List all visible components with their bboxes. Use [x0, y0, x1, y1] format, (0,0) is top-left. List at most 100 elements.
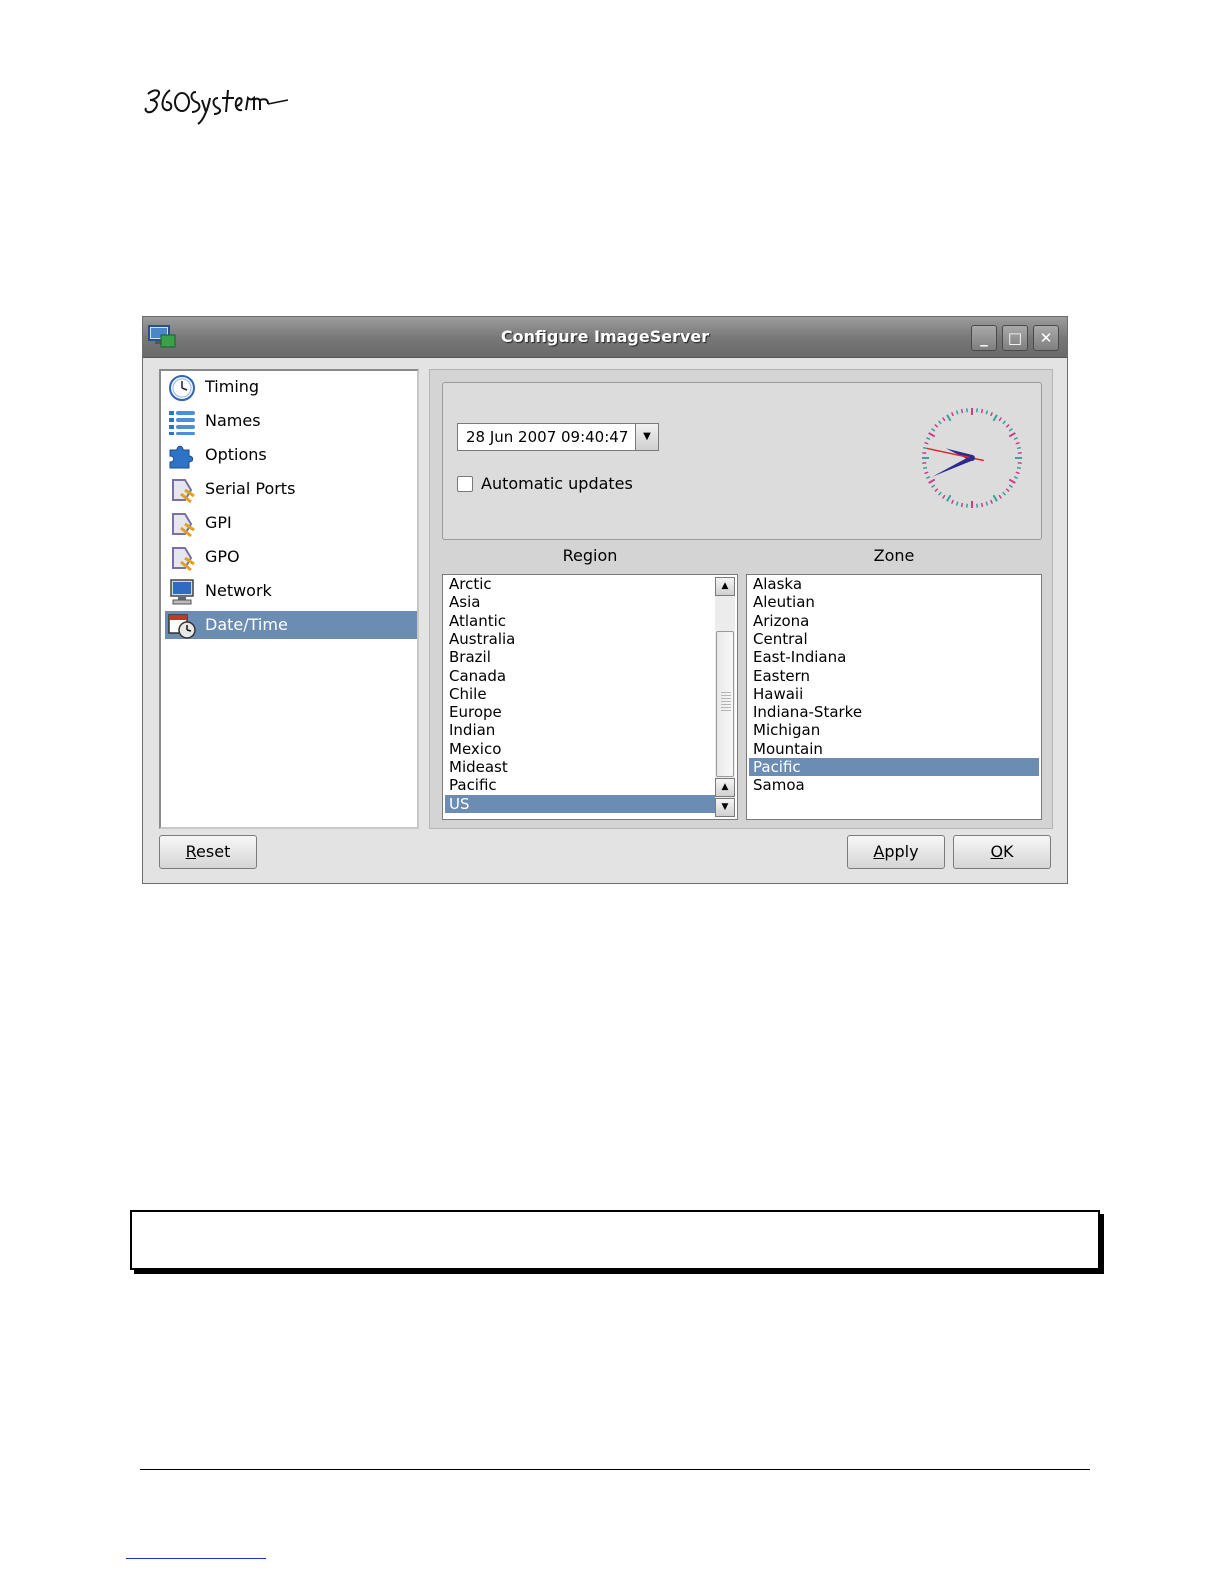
- zone-item-east-indiana[interactable]: East-Indiana: [749, 648, 1039, 666]
- clock-tick: [1008, 484, 1013, 488]
- clock-tick: [990, 499, 994, 504]
- clock-tick: [928, 478, 936, 484]
- clock-icon: [169, 375, 195, 401]
- clock-tick: [946, 414, 952, 422]
- zone-item-alaska[interactable]: Alaska: [749, 575, 1039, 593]
- clock-tick: [922, 446, 928, 450]
- nav-item-label: Network: [205, 581, 272, 600]
- zone-item-eastern[interactable]: Eastern: [749, 667, 1039, 685]
- region-item-brazil[interactable]: Brazil: [445, 648, 715, 666]
- clock-tick: [1005, 423, 1010, 428]
- zone-item-hawaii[interactable]: Hawaii: [749, 685, 1039, 703]
- reset-label-rest: eset: [196, 842, 231, 861]
- nav-item-serial-ports[interactable]: Serial Ports: [165, 475, 417, 504]
- clock-tick: [950, 499, 954, 504]
- nav-item-network[interactable]: Network: [165, 577, 417, 605]
- zone-item-pacific[interactable]: Pacific: [749, 758, 1039, 776]
- clock-tick: [926, 436, 931, 440]
- nav-item-options[interactable]: Options: [165, 441, 417, 469]
- zone-list[interactable]: Alaska Aleutian Arizona Central East-Ind…: [746, 574, 1042, 820]
- clock-tick: [1002, 420, 1007, 425]
- nav-item-label: Timing: [205, 377, 260, 396]
- region-item-chile[interactable]: Chile: [445, 685, 715, 703]
- region-item-europe[interactable]: Europe: [445, 703, 715, 721]
- grip-icon: [721, 692, 731, 712]
- apply-button[interactable]: Apply: [847, 835, 945, 869]
- clock-tick: [924, 471, 929, 475]
- clock-tick: [1016, 466, 1022, 470]
- region-item-arctic[interactable]: Arctic: [445, 575, 715, 593]
- region-scrollbar[interactable]: ▲ ▲ ▼: [715, 577, 735, 817]
- clock-tick: [946, 494, 952, 502]
- scroll-up-button[interactable]: ▲: [715, 577, 735, 596]
- automatic-updates-checkbox[interactable]: [457, 476, 473, 492]
- clock-tick: [998, 417, 1002, 422]
- zone-item-michigan[interactable]: Michigan: [749, 721, 1039, 739]
- clock-tick: [960, 502, 964, 508]
- clock-tick: [926, 476, 931, 480]
- clock-tick: [985, 501, 989, 506]
- clock-tick: [922, 466, 928, 470]
- clock-tick: [980, 408, 984, 414]
- zone-item-mountain[interactable]: Mountain: [749, 740, 1039, 758]
- scroll-thumb[interactable]: [716, 631, 734, 777]
- zone-item-central[interactable]: Central: [749, 630, 1039, 648]
- clock-tick: [1008, 478, 1016, 484]
- region-item-asia[interactable]: Asia: [445, 593, 715, 611]
- date-time-combo[interactable]: 28 Jun 2007 09:40:47 ▼: [457, 423, 659, 451]
- region-item-atlantic[interactable]: Atlantic: [445, 612, 715, 630]
- clock-tick: [1016, 446, 1022, 450]
- clock-tick: [1008, 428, 1013, 432]
- scroll-up-button[interactable]: ▲: [715, 778, 735, 797]
- nav-item-names[interactable]: Names: [165, 407, 417, 435]
- footer-link-underline[interactable]: [126, 1558, 266, 1559]
- clock-tick: [942, 494, 946, 499]
- clock-tick: [1002, 491, 1007, 496]
- zone-item-aleutian[interactable]: Aleutian: [749, 593, 1039, 611]
- region-item-mideast[interactable]: Mideast: [445, 758, 715, 776]
- clock-tick: [980, 502, 984, 508]
- reset-button[interactable]: Reset: [159, 835, 257, 869]
- region-item-canada[interactable]: Canada: [445, 667, 715, 685]
- ok-button[interactable]: OK: [953, 835, 1051, 869]
- region-item-mexico[interactable]: Mexico: [445, 740, 715, 758]
- region-item-us[interactable]: US: [445, 794, 715, 813]
- clock-tick: [924, 441, 929, 445]
- settings-nav-list: Timing Names Options Serial Ports GPI GP…: [159, 369, 419, 829]
- reset-mnemonic: R: [185, 842, 197, 861]
- maximize-button[interactable]: □: [1002, 325, 1028, 351]
- title-bar[interactable]: Configure ImageServer _ □ ✕: [143, 317, 1067, 358]
- note-box: [130, 1210, 1100, 1270]
- clock-tick: [992, 494, 998, 502]
- nav-item-gpi[interactable]: GPI: [165, 509, 417, 538]
- zone-item-samoa[interactable]: Samoa: [749, 776, 1039, 794]
- nav-item-date-time[interactable]: Date/Time: [165, 611, 417, 639]
- close-button[interactable]: ✕: [1033, 325, 1059, 351]
- date-time-value[interactable]: 28 Jun 2007 09:40:47: [466, 428, 628, 446]
- connector-icon: [172, 547, 195, 572]
- clock-tick: [937, 491, 942, 496]
- clock-tick: [1008, 432, 1016, 438]
- zone-heading: Zone: [873, 546, 915, 565]
- scroll-down-button[interactable]: ▼: [715, 798, 735, 817]
- clock-tick: [1005, 488, 1010, 493]
- clock-tick: [1013, 436, 1018, 440]
- zone-item-indiana-starke[interactable]: Indiana-Starke: [749, 703, 1039, 721]
- nav-item-timing[interactable]: Timing: [165, 373, 417, 401]
- configure-imageserver-dialog: Configure ImageServer _ □ ✕ Timing Names: [142, 316, 1068, 884]
- region-item-australia[interactable]: Australia: [445, 630, 715, 648]
- nav-item-label: Date/Time: [205, 615, 288, 634]
- puzzle-icon: [169, 445, 194, 469]
- region-item-pacific[interactable]: Pacific: [445, 776, 715, 794]
- monitor-icon: [170, 579, 194, 605]
- nav-item-label: Options: [205, 445, 267, 464]
- chevron-down-icon[interactable]: ▼: [635, 424, 658, 450]
- ok-mnemonic: O: [990, 842, 1004, 861]
- nav-item-gpo[interactable]: GPO: [165, 543, 417, 572]
- company-logo: [140, 78, 290, 128]
- region-list[interactable]: Arctic Asia Atlantic Australia Brazil Ca…: [442, 574, 738, 820]
- zone-item-arizona[interactable]: Arizona: [749, 612, 1039, 630]
- clock-tick: [937, 420, 942, 425]
- minimize-button[interactable]: _: [971, 325, 997, 351]
- region-item-indian[interactable]: Indian: [445, 721, 715, 739]
